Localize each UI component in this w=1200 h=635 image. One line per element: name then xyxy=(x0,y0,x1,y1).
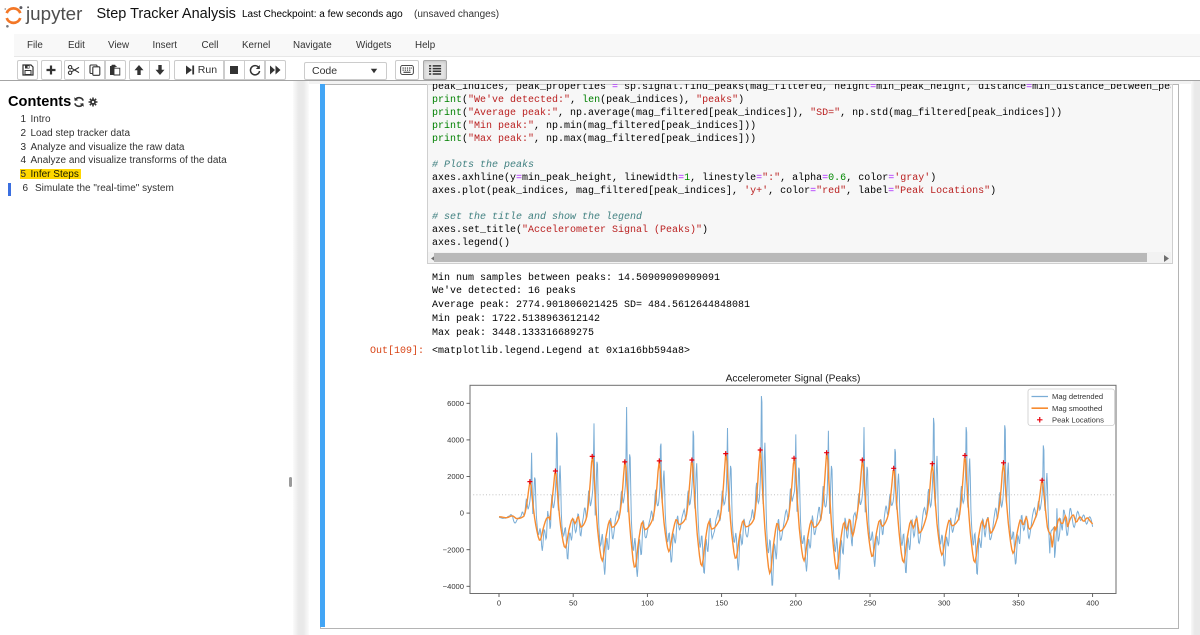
svg-text:2000: 2000 xyxy=(447,472,464,481)
svg-text:Mag smoothed: Mag smoothed xyxy=(1052,404,1102,413)
svg-text:50: 50 xyxy=(569,599,577,608)
svg-text:350: 350 xyxy=(1012,599,1025,608)
svg-text:−4000: −4000 xyxy=(443,582,464,591)
svg-text:Accelerometer Signal (Peaks): Accelerometer Signal (Peaks) xyxy=(726,373,861,384)
svg-text:Mag detrended: Mag detrended xyxy=(1052,392,1103,401)
svg-text:200: 200 xyxy=(789,599,802,608)
svg-text:100: 100 xyxy=(641,599,654,608)
svg-text:400: 400 xyxy=(1086,599,1099,608)
svg-text:6000: 6000 xyxy=(447,399,464,408)
svg-text:0: 0 xyxy=(460,509,464,518)
svg-text:Peak Locations: Peak Locations xyxy=(1052,416,1104,425)
svg-text:300: 300 xyxy=(938,599,951,608)
svg-text:4000: 4000 xyxy=(447,436,464,445)
svg-text:250: 250 xyxy=(864,599,877,608)
svg-text:0: 0 xyxy=(497,599,501,608)
svg-text:−2000: −2000 xyxy=(443,545,464,554)
svg-text:150: 150 xyxy=(715,599,728,608)
